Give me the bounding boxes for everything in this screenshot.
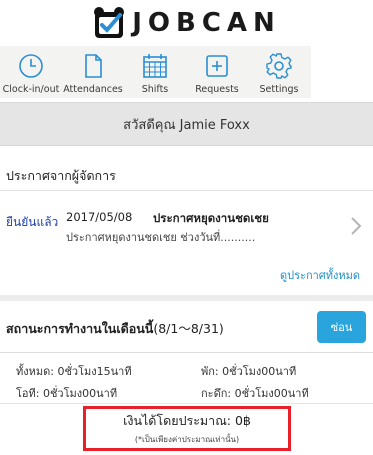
divider: [0, 352, 373, 353]
estimated-pay-box: เงินได้โดยประมาณ: 0฿ (*เป็นเพียงค่าประมา…: [83, 406, 291, 451]
hide-button[interactable]: ซ่อน: [317, 311, 366, 343]
section-divider: [0, 295, 373, 301]
status-title: สถานะการทำงานในเดือนนี้(8/1〜8/31): [6, 318, 224, 339]
notice-date: 2017/05/08: [66, 210, 133, 224]
nav-item-clock-in-out[interactable]: Clock-in/out: [0, 46, 62, 98]
divider: [0, 190, 373, 191]
stat-total: ทั้งหมด: 0ชั่วโมง15นาที: [16, 365, 132, 378]
app-header: JOBCAN: [0, 0, 373, 46]
greeting-text: สวัสดีคุณ Jamie Foxx: [123, 117, 250, 133]
document-icon: [85, 54, 102, 78]
estimated-pay: เงินได้โดยประมาณ: 0฿: [123, 413, 251, 428]
chevron-right-icon: [351, 217, 362, 235]
nav-item-requests[interactable]: Requests: [186, 46, 248, 98]
nav-label: Shifts: [141, 84, 169, 95]
plus-square-icon: [206, 55, 228, 77]
notice-preview: ประกาศหยุดงานชดเชย ช่วงวันที่..........: [66, 231, 256, 244]
stat-late-night: กะดึก: 0ชั่วโมง00นาที: [201, 387, 309, 400]
nav-label: Clock-in/out: [2, 84, 60, 95]
view-all-notices-link[interactable]: ดูประกาศทั้งหมด: [280, 266, 360, 284]
notice-item[interactable]: ยืนยันแล้ว 2017/05/08 ประกาศหยุดงานชดเชย…: [0, 200, 373, 252]
clock-icon: [19, 54, 43, 78]
estimate-note: (*เป็นเพียงค่าประมาณเท่านั้น): [134, 435, 240, 444]
nav-label: Settings: [259, 84, 299, 95]
nav-spacer: [311, 46, 373, 98]
notice-subject: ประกาศหยุดงานชดเชย: [153, 211, 269, 225]
stat-overtime: โอที: 0ชั่วโมง00นาที: [16, 387, 118, 400]
nav-item-shifts[interactable]: Shifts: [124, 46, 186, 98]
logo-text: JOBCAN: [132, 8, 281, 38]
gear-icon: [266, 53, 292, 79]
stat-break: พัก: 0ชั่วโมง00นาที: [201, 365, 297, 378]
calendar-icon: [143, 54, 167, 78]
divider: [0, 403, 373, 404]
nav-label: Requests: [195, 84, 239, 95]
notice-status: ยืนยันแล้ว: [6, 215, 59, 229]
notices-title: ประกาศจากผู้จัดการ: [6, 168, 116, 183]
nav-label: Attendances: [63, 84, 123, 95]
nav-item-attendances[interactable]: Attendances: [62, 46, 124, 98]
greeting-bar: สวัสดีคุณ Jamie Foxx: [0, 102, 373, 146]
status-period: (8/1〜8/31): [153, 321, 224, 336]
nav-item-settings[interactable]: Settings: [248, 46, 310, 98]
main-nav: Clock-in/out Attendances Shifts Requests: [0, 46, 311, 98]
logo-icon: [94, 7, 125, 38]
status-title-text: สถานะการทำงานในเดือนนี้: [6, 321, 154, 336]
